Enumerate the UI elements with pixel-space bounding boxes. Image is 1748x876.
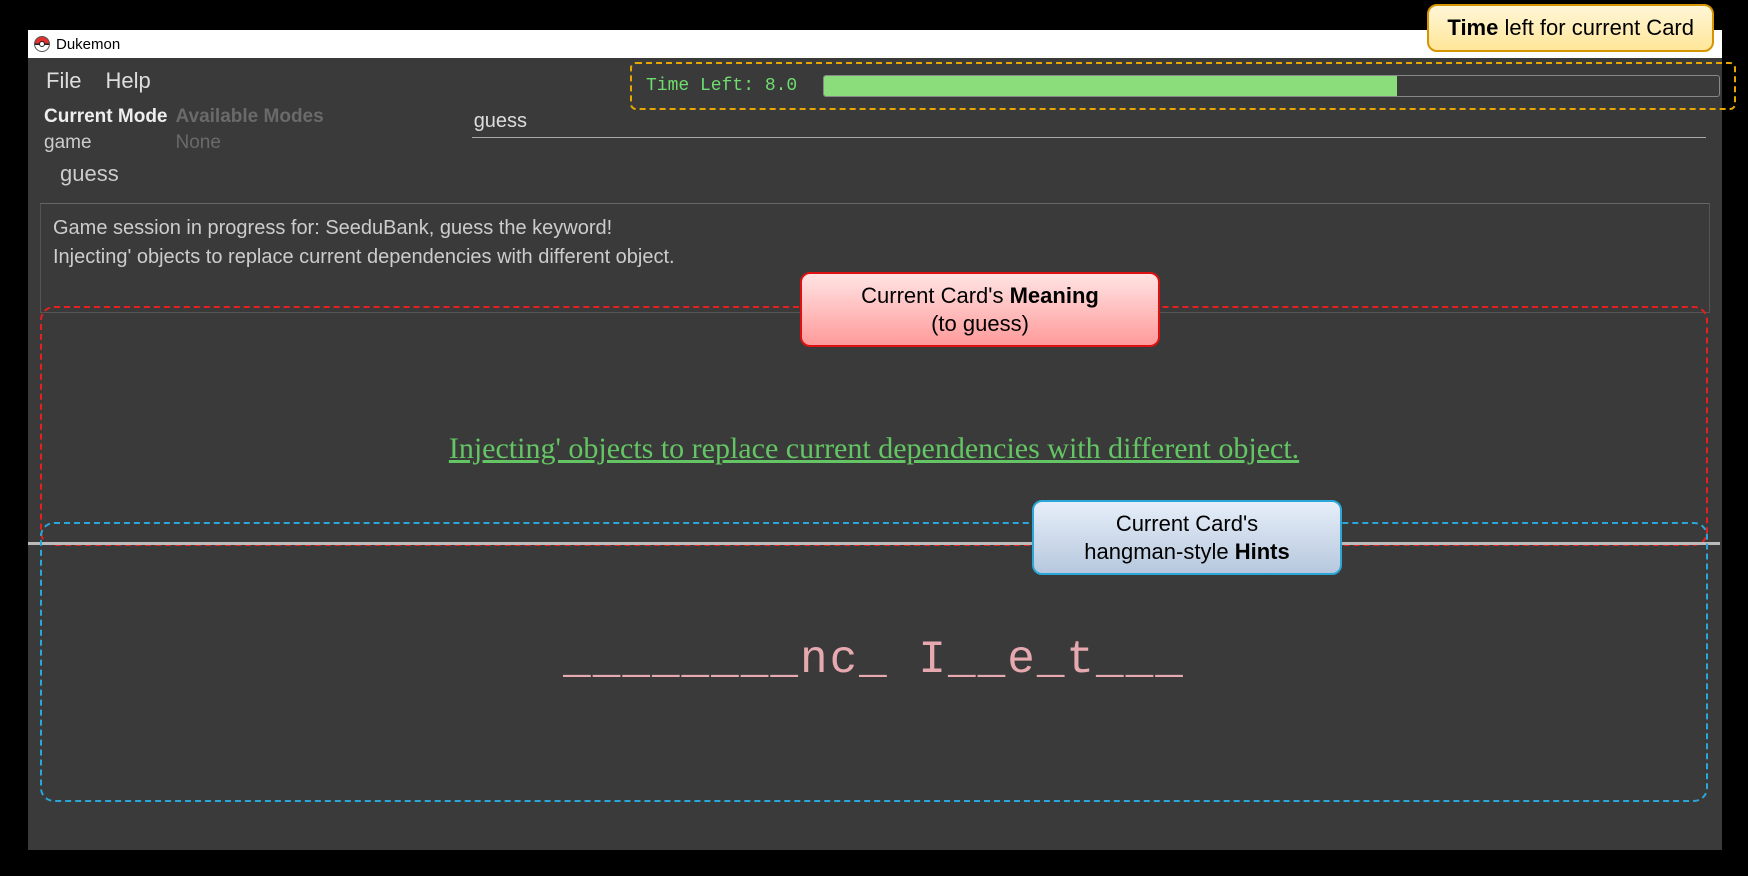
window-title: Dukemon [56, 36, 120, 53]
session-line-2: Injecting' objects to replace current de… [53, 243, 1697, 272]
available-modes-label: Available Modes [176, 104, 324, 130]
menu-help[interactable]: Help [105, 68, 150, 94]
callout-meaning: Current Card's Meaning (to guess) [800, 272, 1160, 347]
timer-progress-fill [824, 76, 1397, 96]
available-modes: Available Modes None [176, 104, 324, 155]
callout-meaning-line2: (to guess) [931, 311, 1029, 336]
timer-progress [823, 75, 1720, 97]
callout-hint-pre: hangman-style [1084, 539, 1234, 564]
callout-time: Time left for current Card [1427, 4, 1714, 52]
callout-hint: Current Card's hangman-style Hints [1032, 500, 1342, 575]
command-input[interactable] [472, 108, 1706, 138]
session-line-1: Game session in progress for: SeeduBank,… [53, 214, 1697, 243]
callout-hint-bold: Hints [1235, 539, 1290, 564]
command-suggestion[interactable]: guess [28, 155, 1722, 197]
callout-time-bold: Time [1447, 15, 1498, 40]
current-mode: Current Mode game [44, 104, 168, 155]
timer-label-prefix: Time Left: [646, 76, 765, 96]
timer-box: Time Left: 8.0 [630, 62, 1736, 110]
callout-meaning-pre: Current Card's [861, 283, 1009, 308]
callout-meaning-bold: Meaning [1010, 283, 1099, 308]
current-mode-label: Current Mode [44, 104, 168, 130]
timer-value: 8.0 [765, 76, 797, 96]
callout-hint-line1: Current Card's [1116, 511, 1258, 536]
card-meaning: Injecting' objects to replace current de… [0, 432, 1748, 466]
app-icon [34, 36, 50, 52]
available-modes-value: None [176, 130, 324, 156]
current-mode-value: game [44, 130, 168, 156]
menu-file[interactable]: File [46, 68, 81, 94]
card-hint: ________nc_ I__e_t___ [0, 634, 1748, 686]
callout-time-rest: left for current Card [1498, 15, 1694, 40]
timer-label: Time Left: 8.0 [646, 76, 797, 96]
